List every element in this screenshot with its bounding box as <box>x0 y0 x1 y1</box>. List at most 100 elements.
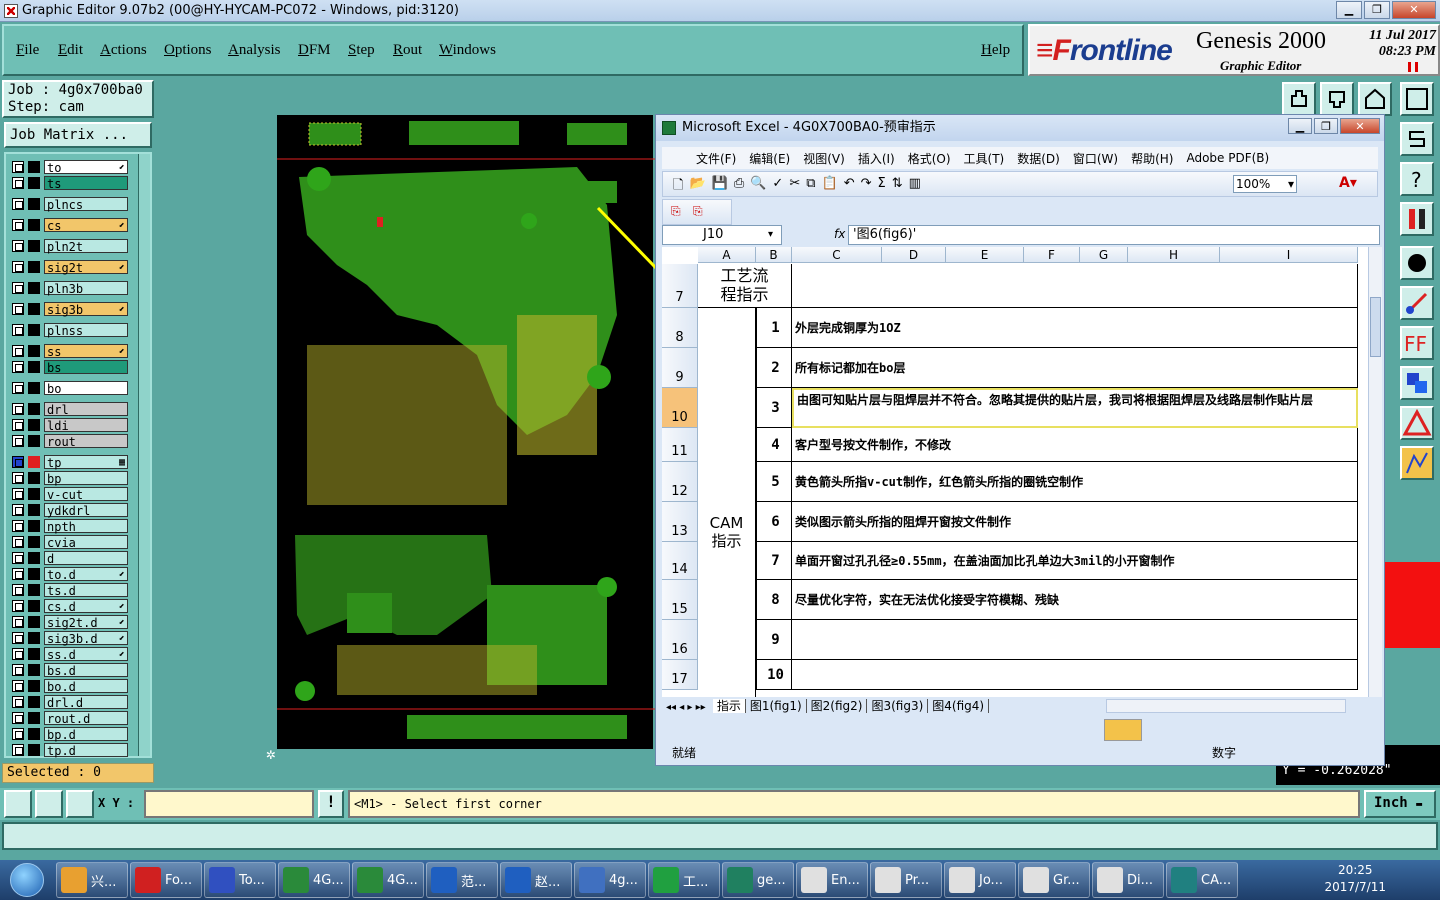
layer-checkbox[interactable] <box>12 240 24 252</box>
layer-color-swatch[interactable] <box>28 712 40 724</box>
cut-icon[interactable]: ✂ <box>789 176 800 198</box>
tool-ff-icon[interactable]: FF <box>1400 326 1434 360</box>
step-number[interactable]: 4 <box>756 428 792 462</box>
layer-row[interactable]: ldi <box>10 418 128 433</box>
layer-row[interactable]: pln2t <box>10 239 128 254</box>
step-number[interactable]: 10 <box>756 660 792 690</box>
tool-filter-icon[interactable] <box>1400 202 1434 236</box>
layer-row[interactable]: cs ⬋ <box>10 218 128 233</box>
layer-color-swatch[interactable] <box>28 456 40 468</box>
layer-name[interactable]: sig3b.d ⬋ <box>44 631 128 646</box>
layer-color-swatch[interactable] <box>28 219 40 231</box>
layer-color-swatch[interactable] <box>28 728 40 740</box>
tool-home-icon[interactable] <box>1358 82 1392 116</box>
layer-name[interactable]: npth <box>44 519 128 534</box>
column-header[interactable]: F <box>1024 247 1080 263</box>
worksheet-grid[interactable]: A B C D E F G H I 7 8 1 外层完成铜厚为1OZ 9 2 所有标记都加在bo层 10 3 由图可… <box>662 247 1368 697</box>
column-header[interactable]: B <box>756 247 792 263</box>
row-header[interactable]: 12 <box>662 462 698 502</box>
pdf-mail-icon[interactable]: ⎘ <box>693 204 703 219</box>
layer-name[interactable]: ts.d <box>44 583 128 598</box>
print-icon[interactable]: ⎙ <box>734 176 744 198</box>
layer-name[interactable]: pln2t <box>44 239 128 254</box>
layer-row[interactable]: sig3b ⬋ <box>10 302 128 317</box>
layer-checkbox[interactable] <box>12 664 24 676</box>
excel-minimize-button[interactable]: ▁ <box>1288 118 1312 134</box>
row-header[interactable]: 17 <box>662 660 698 690</box>
maximize-button[interactable]: ❐ <box>1364 1 1390 19</box>
layer-color-swatch[interactable] <box>28 664 40 676</box>
layer-row[interactable]: drl <box>10 402 128 417</box>
taskbar-button[interactable]: 4g... <box>574 862 646 898</box>
layer-color-swatch[interactable] <box>28 261 40 273</box>
layer-color-swatch[interactable] <box>28 303 40 315</box>
layer-row[interactable]: bo <box>10 381 128 396</box>
layer-row[interactable]: v-cut <box>10 487 128 502</box>
layer-checkbox[interactable] <box>12 361 24 373</box>
menu-rout[interactable]: Rout <box>393 42 422 59</box>
layer-color-swatch[interactable] <box>28 488 40 500</box>
layer-checkbox[interactable] <box>12 435 24 447</box>
layer-name[interactable]: bo <box>44 381 128 396</box>
layer-name[interactable]: cvia <box>44 535 128 550</box>
layer-checkbox[interactable] <box>12 536 24 548</box>
open-icon[interactable]: 📂 <box>689 176 705 198</box>
layer-color-swatch[interactable] <box>28 435 40 447</box>
column-header[interactable]: A <box>698 247 756 263</box>
taskbar-button[interactable]: Di... <box>1092 862 1164 898</box>
layer-row[interactable]: tp.d <box>10 743 128 758</box>
section-cam[interactable]: CAM指示 <box>698 308 756 697</box>
menu-analysis[interactable]: Analysis <box>228 42 281 59</box>
layer-name[interactable]: rout <box>44 434 128 449</box>
row-header[interactable]: 7 <box>662 264 698 308</box>
layer-checkbox[interactable] <box>12 552 24 564</box>
layer-color-swatch[interactable] <box>28 600 40 612</box>
menu-step[interactable]: Step <box>348 42 375 59</box>
layer-name[interactable]: ss.d ⬋ <box>44 647 128 662</box>
layer-color-swatch[interactable] <box>28 361 40 373</box>
menu-options[interactable]: Options <box>164 42 212 59</box>
layer-name[interactable]: pln3b <box>44 281 128 296</box>
layer-checkbox[interactable] <box>12 198 24 210</box>
layer-color-swatch[interactable] <box>28 282 40 294</box>
taskbar-button[interactable]: Jo... <box>944 862 1016 898</box>
step-number[interactable]: 3 <box>756 388 792 428</box>
layer-name[interactable]: cs.d ⬋ <box>44 599 128 614</box>
layer-checkbox[interactable] <box>12 345 24 357</box>
excel-menu-item[interactable]: 格式(O) <box>908 150 951 167</box>
zoom-out-icon[interactable] <box>35 790 63 818</box>
layer-row[interactable]: ts <box>10 176 128 191</box>
layer-name[interactable]: ydkdrl <box>44 503 128 518</box>
tool-s-icon[interactable] <box>1400 122 1434 156</box>
tool-layers-icon[interactable] <box>1400 366 1434 400</box>
tool-import-icon[interactable] <box>1282 82 1316 116</box>
zoom-select[interactable]: 100% ▾ <box>1233 175 1297 193</box>
layer-checkbox[interactable] <box>12 488 24 500</box>
layer-name[interactable]: tp.d <box>44 743 128 758</box>
layer-color-swatch[interactable] <box>28 584 40 596</box>
row-header[interactable]: 15 <box>662 580 698 620</box>
layer-row[interactable]: bp.d <box>10 727 128 742</box>
layer-checkbox[interactable] <box>12 261 24 273</box>
row-header[interactable]: 8 <box>662 308 698 348</box>
layer-color-swatch[interactable] <box>28 419 40 431</box>
instruction-cell[interactable]: 黄色箭头所指v-cut制作，红色箭头所指的圈铣空制作 <box>792 462 1358 502</box>
layer-color-swatch[interactable] <box>28 536 40 548</box>
instruction-cell[interactable]: 外层完成铜厚为1OZ <box>792 308 1358 348</box>
layer-checkbox[interactable] <box>12 161 24 173</box>
layer-checkbox[interactable] <box>12 616 24 628</box>
formula-bar[interactable]: '图6(fig6)' <box>848 225 1380 245</box>
excel-close-button[interactable]: ✕ <box>1340 118 1380 134</box>
taskbar-button[interactable]: 范... <box>426 862 498 898</box>
instruction-cell[interactable]: 尽量优化字符，实在无法优化接受字符模糊、残缺 <box>792 580 1358 620</box>
instruction-cell[interactable]: 客户型号按文件制作，不修改 <box>792 428 1358 462</box>
row-header[interactable]: 10 <box>662 388 698 428</box>
step-number[interactable]: 2 <box>756 348 792 388</box>
layer-name[interactable]: sig3b ⬋ <box>44 302 128 317</box>
new-icon[interactable]: 🗋 <box>673 176 683 198</box>
layer-checkbox[interactable] <box>12 632 24 644</box>
excel-menu-item[interactable]: 帮助(H) <box>1131 150 1173 167</box>
start-button[interactable] <box>0 860 54 900</box>
empty-cell[interactable] <box>792 264 1358 308</box>
layer-checkbox[interactable] <box>12 303 24 315</box>
